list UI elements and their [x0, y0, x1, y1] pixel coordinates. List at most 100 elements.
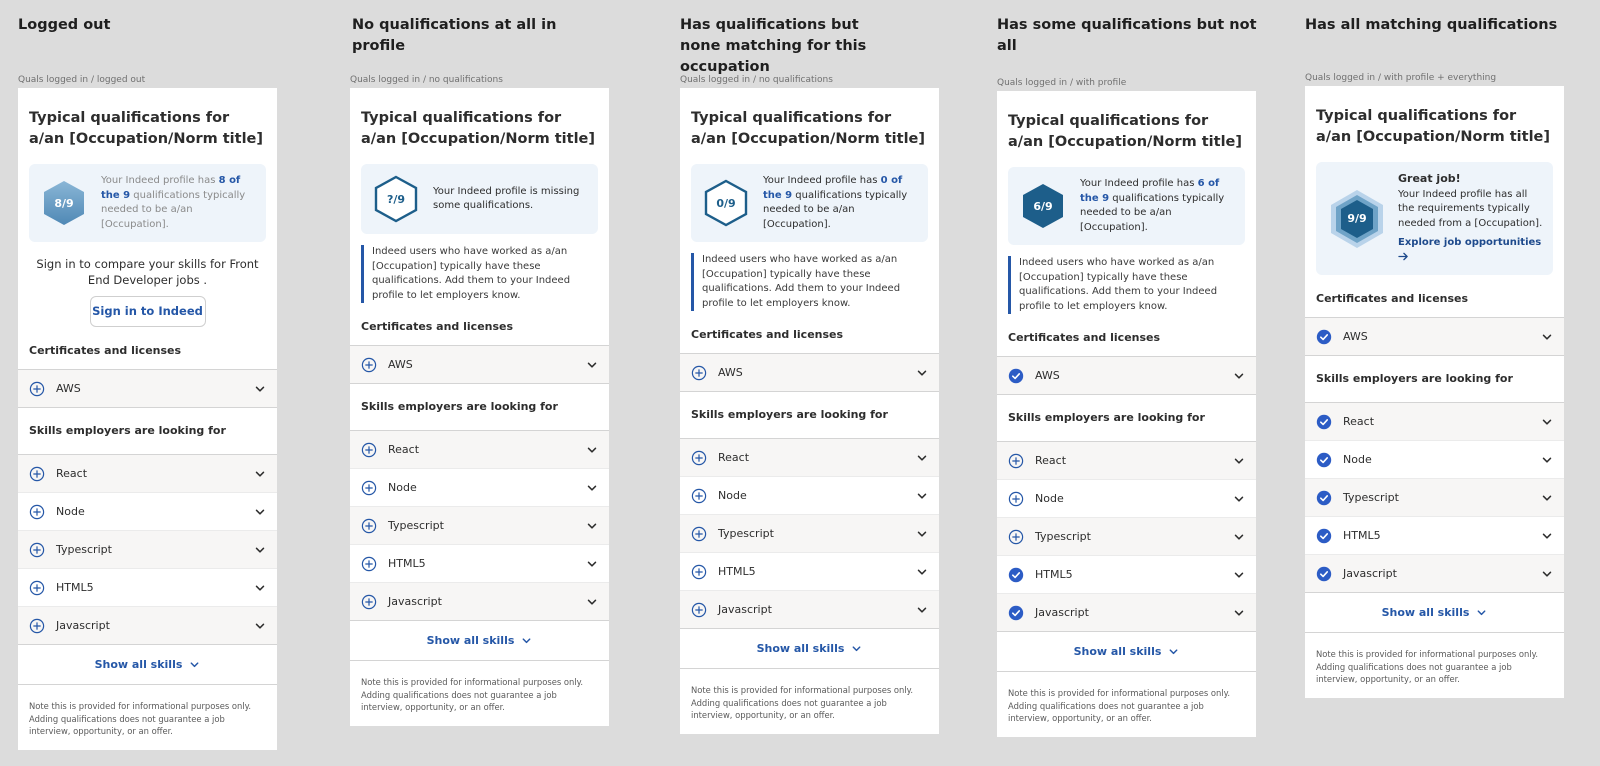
chevron-down-icon: [522, 638, 531, 644]
certs-heading: Certificates and licenses: [691, 328, 844, 341]
column-heading: Logged out: [18, 17, 111, 33]
qualification-label: Javascript: [1343, 567, 1397, 580]
qualification-row[interactable]: React: [350, 431, 609, 469]
qualification-row[interactable]: Javascript: [18, 607, 277, 645]
chevron-down-icon: [255, 547, 265, 553]
chevron-down-icon: [1542, 334, 1552, 340]
qualification-label: HTML5: [718, 565, 756, 578]
plus-circle-icon: [691, 602, 707, 617]
show-all-skills-button[interactable]: Show all skills: [680, 629, 939, 669]
qualification-row[interactable]: HTML5: [18, 569, 277, 607]
score-badge: 0/9: [701, 178, 751, 228]
qualification-row[interactable]: Typescript: [18, 531, 277, 569]
skills-list: React Node Typescript HTML5 Javascript: [997, 441, 1256, 632]
plus-circle-icon: [1008, 529, 1024, 544]
disclaimer: Note this is provided for informational …: [1316, 649, 1539, 684]
card-title: Typical qualifications for a/an [Occupat…: [691, 110, 926, 147]
qualification-label: React: [1343, 415, 1375, 428]
qualification-row[interactable]: AWS: [680, 354, 939, 392]
qualification-row[interactable]: Javascript: [997, 594, 1256, 632]
status-box: 6/9 Your Indeed profile has 6 of the 9 q…: [1008, 167, 1245, 245]
status-box: 9/9 Great job! Your Indeed profile has a…: [1316, 162, 1553, 275]
skills-list: React Node Typescript HTML5 Javascript: [350, 430, 609, 621]
check-circle-icon: [1316, 329, 1332, 344]
status-text: Great job! Your Indeed profile has all t…: [1398, 172, 1543, 265]
qualification-row[interactable]: React: [18, 455, 277, 493]
qualification-label: HTML5: [1035, 568, 1073, 581]
qualification-row[interactable]: HTML5: [997, 556, 1256, 594]
show-all-skills-button[interactable]: Show all skills: [1305, 593, 1564, 633]
qualification-row[interactable]: Typescript: [997, 518, 1256, 556]
qualification-label: HTML5: [56, 581, 94, 594]
qualification-row[interactable]: HTML5: [1305, 517, 1564, 555]
arrow-right-icon: [1398, 252, 1408, 260]
chevron-down-icon: [917, 493, 927, 499]
plus-circle-icon: [29, 542, 45, 557]
certs-heading: Certificates and licenses: [361, 320, 514, 333]
qualification-row[interactable]: Typescript: [680, 515, 939, 553]
qualification-row[interactable]: Javascript: [350, 583, 609, 621]
qualification-row[interactable]: AWS: [18, 370, 277, 408]
status-text: Your Indeed profile has 6 of the 9 quali…: [1080, 177, 1235, 235]
chevron-down-icon: [190, 662, 199, 668]
chevron-down-icon: [1169, 649, 1178, 655]
chevron-down-icon: [1234, 373, 1244, 379]
qualification-label: Javascript: [56, 619, 110, 632]
show-all-skills-button[interactable]: Show all skills: [997, 632, 1256, 672]
plus-circle-icon: [691, 526, 707, 541]
qualification-row[interactable]: Node: [350, 469, 609, 507]
qualification-label: React: [388, 443, 420, 456]
qualification-row[interactable]: AWS: [1305, 318, 1564, 356]
show-all-skills-button[interactable]: Show all skills: [18, 645, 277, 685]
qualification-row[interactable]: HTML5: [680, 553, 939, 591]
status-text-pre: Your Indeed profile has: [101, 175, 219, 186]
qualification-label: Typescript: [718, 527, 774, 540]
qualification-label: AWS: [1343, 330, 1368, 343]
qualification-row[interactable]: React: [1305, 403, 1564, 441]
skills-list: React Node Typescript HTML5 Javascript: [680, 438, 939, 629]
qualification-row[interactable]: Javascript: [1305, 555, 1564, 593]
check-circle-icon: [1316, 528, 1332, 543]
qualification-label: Javascript: [1035, 606, 1089, 619]
qualification-row[interactable]: AWS: [350, 346, 609, 384]
qualification-row[interactable]: Node: [680, 477, 939, 515]
show-all-skills-button[interactable]: Show all skills: [350, 621, 609, 661]
plus-circle-icon: [29, 618, 45, 633]
score-label: 8/9: [54, 196, 74, 210]
status-text-pre: Your Indeed profile has: [763, 175, 881, 186]
status-box: 8/9 Your Indeed profile has 8 of the 9 q…: [29, 164, 266, 242]
plus-circle-icon: [691, 564, 707, 579]
explore-link-label: Explore job opportunities: [1398, 237, 1542, 248]
qualification-row[interactable]: Typescript: [350, 507, 609, 545]
qualification-row[interactable]: Node: [18, 493, 277, 531]
show-all-label: Show all skills: [94, 658, 183, 671]
chevron-down-icon: [917, 531, 927, 537]
qualifications-card: Typical qualifications for a/an [Occupat…: [1305, 86, 1564, 698]
score-label: 6/9: [1033, 199, 1053, 213]
status-text-pre: Your Indeed profile has: [1080, 178, 1198, 189]
certs-heading: Certificates and licenses: [1008, 331, 1161, 344]
chevron-down-icon: [1234, 534, 1244, 540]
qualification-row[interactable]: HTML5: [350, 545, 609, 583]
qualification-row[interactable]: React: [680, 439, 939, 477]
plus-circle-icon: [361, 357, 377, 372]
card-title: Typical qualifications for a/an [Occupat…: [361, 110, 596, 147]
chevron-down-icon: [255, 509, 265, 515]
status-title: Great job!: [1398, 172, 1461, 185]
qualification-row[interactable]: React: [997, 442, 1256, 480]
disclaimer: Note this is provided for informational …: [361, 677, 584, 712]
show-all-label: Show all skills: [426, 634, 515, 647]
qualification-label: Node: [718, 489, 747, 502]
chevron-down-icon: [1542, 419, 1552, 425]
qualification-row[interactable]: Node: [1305, 441, 1564, 479]
skills-heading: Skills employers are looking for: [361, 400, 558, 413]
qualification-row[interactable]: AWS: [997, 357, 1256, 395]
sign-in-button[interactable]: Sign in to Indeed: [89, 296, 206, 327]
qualification-row[interactable]: Typescript: [1305, 479, 1564, 517]
chevron-down-icon: [255, 585, 265, 591]
explore-jobs-link[interactable]: Explore job opportunities: [1398, 236, 1543, 265]
plus-circle-icon: [691, 488, 707, 503]
qualification-row[interactable]: Javascript: [680, 591, 939, 629]
qualification-label: Typescript: [1343, 491, 1399, 504]
qualification-row[interactable]: Node: [997, 480, 1256, 518]
